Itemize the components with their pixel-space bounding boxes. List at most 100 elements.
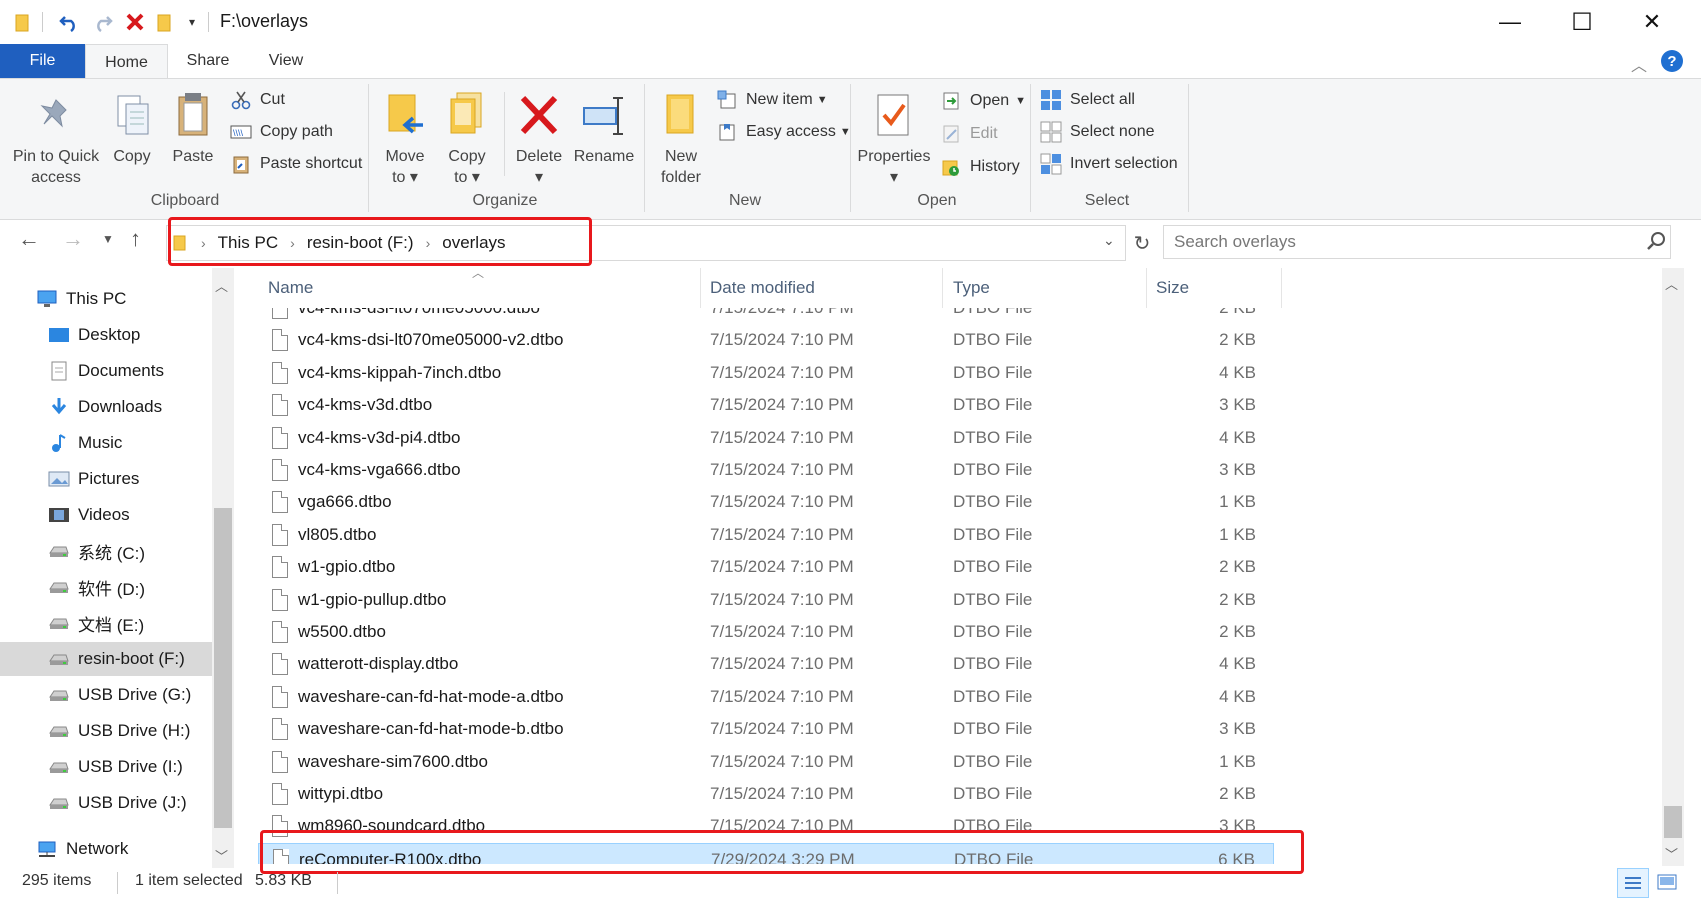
- file-row[interactable]: w1-gpio-pullup.dtbo 7/15/2024 7:10 PM DTBO…: [258, 584, 1274, 616]
- recent-locations-button[interactable]: ▼: [102, 232, 114, 246]
- history-button[interactable]: History: [940, 153, 1020, 181]
- nav-scrollbar-thumb[interactable]: [214, 508, 232, 828]
- file-row[interactable]: vga666.dtbo 7/15/2024 7:10 PM DTBO File 1 K…: [258, 486, 1274, 518]
- rename-icon: [582, 90, 626, 142]
- tab-file[interactable]: File: [0, 44, 85, 78]
- forward-button[interactable]: →: [62, 226, 84, 252]
- easy-access-button[interactable]: Easy access ▼: [716, 118, 851, 146]
- file-list-scrollbar-thumb[interactable]: [1664, 806, 1682, 838]
- file-row[interactable]: vc4-kms-vga666.dtbo 7/15/2024 7:10 PM DTBO…: [258, 454, 1274, 486]
- redo-icon[interactable]: [90, 10, 116, 34]
- column-separator[interactable]: [1281, 268, 1282, 308]
- minimize-button[interactable]: —: [1474, 0, 1546, 44]
- nav-item[interactable]: USB Drive (H:): [0, 714, 212, 748]
- nav-item[interactable]: resin-boot (F:): [0, 642, 212, 676]
- file-type: DTBO File: [953, 427, 1033, 447]
- file-row[interactable]: vc4-kms-kippah-7inch.dtbo 7/15/2024 7:10 …: [258, 357, 1274, 389]
- select-all-button[interactable]: Select all: [1040, 86, 1135, 114]
- new-folder-button[interactable]: New folder: [652, 90, 710, 188]
- file-row[interactable]: vc4-kms-dsi-lt070me05000.dtbo 7/15/2024 7…: [258, 308, 1274, 324]
- customize-qat-icon[interactable]: ▾: [183, 10, 201, 34]
- column-separator[interactable]: [942, 268, 943, 308]
- copy-button[interactable]: Copy: [104, 90, 160, 167]
- nav-item[interactable]: 文档 (E:): [0, 606, 212, 640]
- column-header-type[interactable]: Type: [953, 268, 990, 308]
- delete-button[interactable]: Delete ▾: [512, 90, 566, 188]
- file-size: 4 KB: [1219, 686, 1256, 706]
- paste-shortcut-button[interactable]: Paste shortcut: [230, 150, 362, 178]
- invert-selection-button[interactable]: Invert selection: [1040, 150, 1178, 178]
- column-header-size[interactable]: Size: [1156, 268, 1189, 308]
- copy-to-icon: [445, 90, 489, 142]
- copy-path-button[interactable]: \\\\ Copy path: [230, 118, 333, 146]
- nav-item[interactable]: 软件 (D:): [0, 570, 212, 604]
- scroll-up-icon[interactable]: ︿: [215, 276, 228, 295]
- file-row[interactable]: waveshare-sim7600.dtbo 7/15/2024 7:10 PM D…: [258, 746, 1274, 778]
- refresh-icon[interactable]: ↻: [1127, 225, 1157, 261]
- search-input[interactable]: Search overlays: [1163, 225, 1671, 259]
- column-separator[interactable]: [1146, 268, 1147, 308]
- scroll-up-icon[interactable]: ︿: [1665, 274, 1678, 293]
- open-button[interactable]: Open ▼: [940, 87, 1026, 115]
- maximize-button[interactable]: ☐: [1546, 0, 1618, 44]
- delete-icon[interactable]: [123, 10, 147, 34]
- nav-item[interactable]: USB Drive (I:): [0, 750, 212, 784]
- nav-item[interactable]: Documents: [0, 354, 212, 388]
- rename-button[interactable]: Rename: [572, 90, 636, 167]
- large-icons-view-icon[interactable]: [1652, 868, 1682, 896]
- tab-home[interactable]: Home: [85, 44, 168, 80]
- nav-item-label: Network: [66, 839, 129, 858]
- nav-item[interactable]: Network: [0, 832, 212, 866]
- cut-button[interactable]: Cut: [230, 86, 285, 114]
- copy-to-button[interactable]: Copy to ▾: [440, 90, 494, 188]
- file-row[interactable]: watterott-display.dtbo 7/15/2024 7:10 PM D…: [258, 648, 1274, 680]
- address-dropdown-icon[interactable]: ⌄: [1103, 232, 1115, 249]
- scroll-down-icon[interactable]: ﹀: [215, 846, 228, 865]
- pin-to-quick-access-button[interactable]: Pin to Quick access: [8, 90, 104, 188]
- new-folder-icon[interactable]: [154, 10, 176, 34]
- nav-item[interactable]: Videos: [0, 498, 212, 532]
- file-row[interactable]: vc4-kms-v3d.dtbo 7/15/2024 7:10 PM DTBO Fi…: [258, 389, 1274, 421]
- select-none-button[interactable]: Select none: [1040, 118, 1155, 146]
- details-view-icon[interactable]: [1617, 868, 1649, 898]
- column-header-name[interactable]: Name: [268, 268, 313, 308]
- nav-item[interactable]: Music: [0, 426, 212, 460]
- drive-icon: [48, 612, 70, 634]
- file-row[interactable]: wittypi.dtbo 7/15/2024 7:10 PM DTBO File 2 …: [258, 778, 1274, 810]
- file-row[interactable]: waveshare-can-fd-hat-mode-a.dtbo 7/15/202…: [258, 681, 1274, 713]
- tab-view[interactable]: View: [256, 44, 316, 78]
- nav-item[interactable]: USB Drive (G:): [0, 678, 212, 712]
- nav-item[interactable]: Desktop: [0, 318, 212, 352]
- file-row[interactable]: waveshare-can-fd-hat-mode-b.dtbo 7/15/202…: [258, 713, 1274, 745]
- nav-item[interactable]: Downloads: [0, 390, 212, 424]
- new-item-button[interactable]: New item ▼: [716, 86, 828, 114]
- file-row[interactable]: vl805.dtbo 7/15/2024 7:10 PM DTBO File 1 KB: [258, 519, 1274, 551]
- scroll-down-icon[interactable]: ﹀: [1665, 844, 1678, 863]
- nav-item[interactable]: Pictures: [0, 462, 212, 496]
- file-row[interactable]: vc4-kms-v3d-pi4.dtbo 7/15/2024 7:10 PM DTB…: [258, 422, 1274, 454]
- paste-button[interactable]: Paste: [164, 90, 222, 167]
- up-button[interactable]: ↑: [130, 226, 141, 252]
- edit-button[interactable]: Edit: [940, 120, 998, 148]
- close-button[interactable]: ✕: [1616, 0, 1688, 44]
- collapse-ribbon-icon[interactable]: ︿: [1631, 52, 1647, 76]
- easy-access-icon: [716, 121, 738, 143]
- help-icon[interactable]: ?: [1661, 50, 1683, 72]
- file-type: DTBO File: [953, 524, 1033, 544]
- file-list-scrollbar[interactable]: [1662, 268, 1684, 866]
- column-header-date[interactable]: Date modified: [710, 268, 815, 308]
- column-separator[interactable]: [700, 268, 701, 308]
- file-row[interactable]: w1-gpio.dtbo 7/15/2024 7:10 PM DTBO File 2 …: [258, 551, 1274, 583]
- move-to-button[interactable]: Move to ▾: [378, 90, 432, 188]
- divider: [337, 872, 338, 894]
- undo-icon[interactable]: [56, 10, 82, 34]
- file-row[interactable]: vc4-kms-dsi-lt070me05000-v2.dtbo 7/15/202…: [258, 324, 1274, 356]
- tab-share[interactable]: Share: [178, 44, 238, 78]
- file-row[interactable]: w5500.dtbo 7/15/2024 7:10 PM DTBO File 2 KB: [258, 616, 1274, 648]
- properties-button[interactable]: Properties ▾: [856, 90, 932, 188]
- nav-item[interactable]: This PC: [0, 282, 212, 316]
- nav-item[interactable]: 系统 (C:): [0, 534, 212, 568]
- properties-dropdown-icon: ▾: [889, 169, 899, 186]
- back-button[interactable]: ←: [18, 226, 40, 252]
- nav-item[interactable]: USB Drive (J:): [0, 786, 212, 820]
